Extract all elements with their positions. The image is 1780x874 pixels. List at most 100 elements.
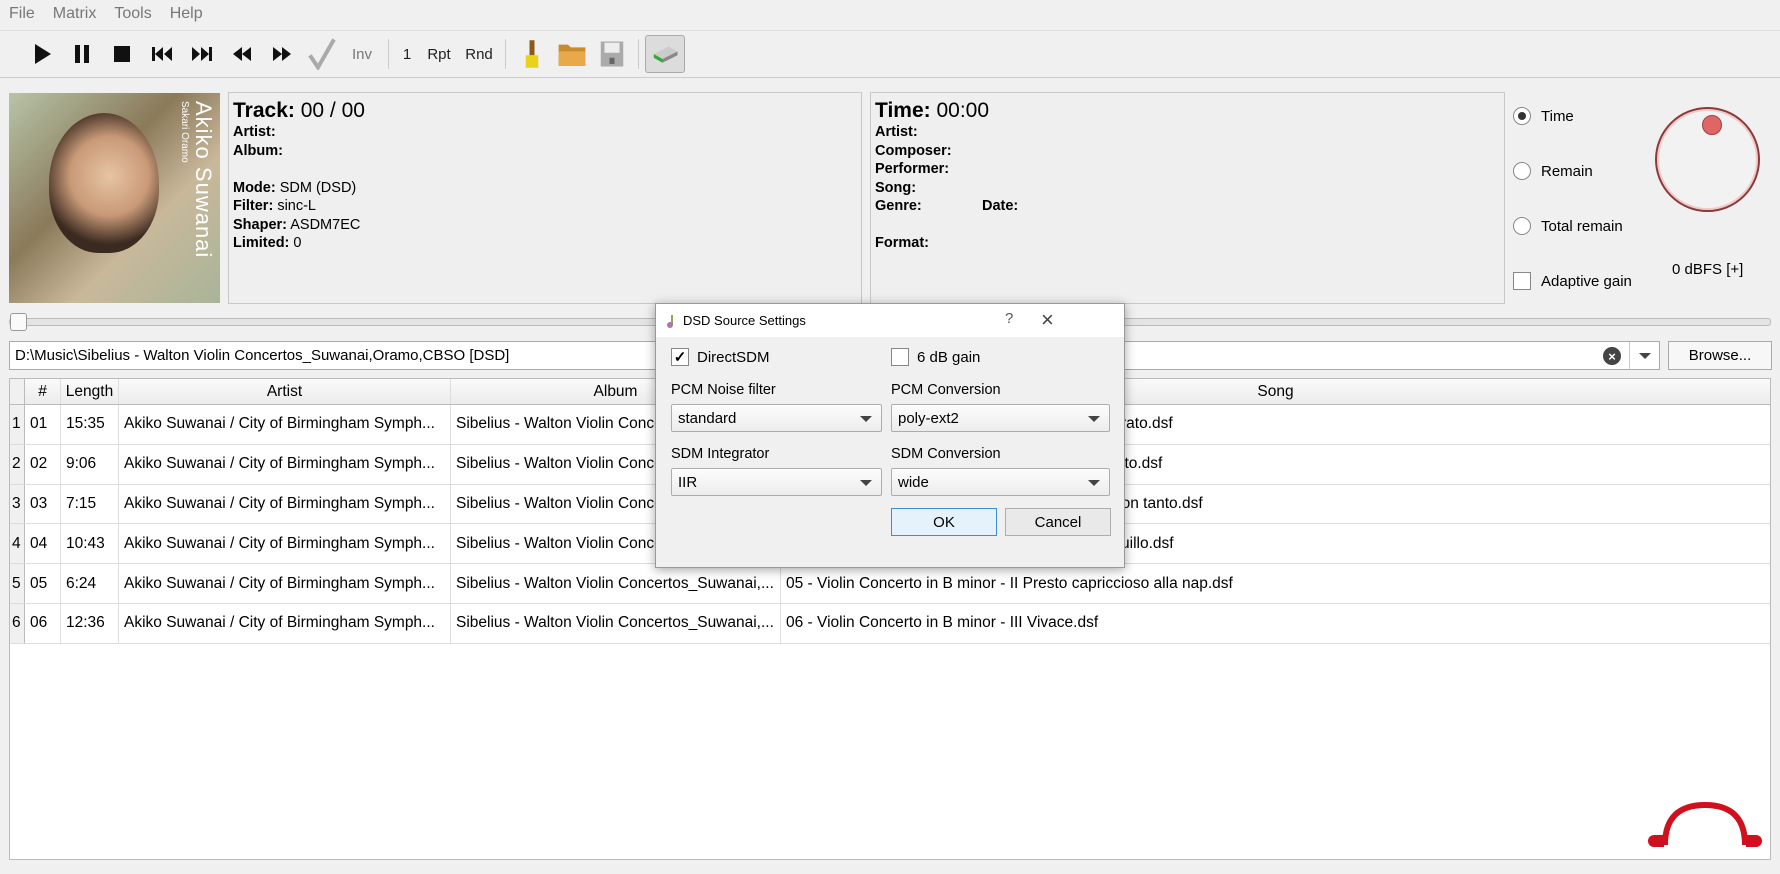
- select-value: standard: [678, 409, 737, 427]
- track-length: 10:43: [61, 524, 119, 564]
- stop-button[interactable]: [102, 35, 142, 73]
- menu-bar: File Matrix Tools Help: [0, 0, 1780, 28]
- date-label: Date:: [982, 198, 1019, 214]
- row-header[interactable]: 5: [10, 564, 25, 603]
- menu-tools[interactable]: Tools: [114, 5, 151, 23]
- performer-label: Performer:: [875, 161, 950, 177]
- select-value: poly-ext2: [898, 409, 959, 427]
- radio-time[interactable]: Time: [1513, 107, 1574, 125]
- random-button[interactable]: Rnd: [459, 35, 499, 73]
- header-number[interactable]: #: [25, 379, 61, 404]
- filter-value: sinc-L: [277, 198, 316, 214]
- row-header[interactable]: 2: [10, 444, 25, 484]
- fast-forward-icon: [273, 47, 291, 61]
- chevron-down-icon: [1088, 416, 1100, 422]
- song-label: Song:: [875, 179, 917, 196]
- single-button[interactable]: 1: [395, 35, 419, 73]
- pcm-conversion-select[interactable]: poly-ext2: [891, 404, 1110, 432]
- dialog-title: DSD Source Settings: [683, 313, 806, 328]
- header-length[interactable]: Length: [61, 379, 119, 404]
- row-header[interactable]: 6: [10, 603, 25, 643]
- menu-help[interactable]: Help: [170, 5, 203, 23]
- skip-back-icon: [152, 47, 172, 61]
- dialog-titlebar: DSD Source Settings ? ×: [656, 304, 1124, 337]
- clear-button[interactable]: [512, 35, 552, 73]
- mode-value: SDM (DSD): [279, 179, 357, 196]
- next-track-button[interactable]: [182, 35, 222, 73]
- sdm-integrator-select[interactable]: IIR: [671, 468, 882, 496]
- gain-readout[interactable]: 0 dBFS [+]: [1672, 261, 1743, 278]
- clear-icon[interactable]: ×: [1603, 347, 1621, 365]
- track-artist: Akiko Suwanai / City of Birmingham Symph…: [119, 603, 451, 643]
- time-value: 00:00: [936, 99, 990, 122]
- cancel-button[interactable]: Cancel: [1005, 508, 1111, 536]
- floppy-disk-icon: [600, 41, 624, 67]
- rewind-icon: [233, 47, 251, 61]
- track-artist: Akiko Suwanai / City of Birmingham Symph…: [119, 564, 451, 603]
- fast-forward-button[interactable]: [262, 35, 302, 73]
- sdm-conversion-select[interactable]: wide: [891, 468, 1110, 496]
- radio-label: Total remain: [1541, 217, 1623, 235]
- direct-sdm-checkbox[interactable]: ✓ DirectSDM: [671, 348, 770, 366]
- track-number: 06: [25, 603, 61, 643]
- help-button[interactable]: ?: [1005, 310, 1013, 327]
- limited-label: Limited:: [233, 235, 290, 251]
- 6db-gain-checkbox[interactable]: 6 dB gain: [891, 348, 980, 366]
- table-row[interactable]: 5 05 6:24 Akiko Suwanai / City of Birmin…: [10, 564, 1770, 604]
- checkmark-icon: [308, 38, 336, 70]
- composer-label: Composer:: [875, 142, 952, 159]
- volume-knob[interactable]: [1655, 107, 1760, 212]
- open-folder-button[interactable]: [552, 35, 592, 73]
- track-length: 12:36: [61, 603, 119, 643]
- row-header[interactable]: 4: [10, 524, 25, 564]
- menu-file[interactable]: File: [9, 5, 35, 23]
- row-header[interactable]: 1: [10, 405, 25, 444]
- sdm-conversion-label: SDM Conversion: [891, 446, 1001, 462]
- skip-forward-icon: [192, 47, 212, 61]
- check-button[interactable]: [302, 35, 342, 73]
- header-artist[interactable]: Artist: [119, 379, 451, 404]
- album-art: Akiko Suwanai Sakari Oramo: [9, 93, 220, 303]
- save-button[interactable]: [592, 35, 632, 73]
- checkbox-checked-icon: ✓: [671, 348, 689, 366]
- close-icon[interactable]: ×: [1041, 307, 1054, 333]
- filter-label: Filter:: [233, 198, 274, 214]
- time-label: Time:: [875, 99, 931, 122]
- track-artist: Akiko Suwanai / City of Birmingham Symph…: [119, 444, 451, 484]
- pcm-noise-filter-label: PCM Noise filter: [671, 382, 776, 398]
- select-value: wide: [898, 473, 929, 491]
- portrait: [49, 113, 159, 253]
- invert-button[interactable]: Inv: [342, 35, 382, 73]
- pause-button[interactable]: [62, 35, 102, 73]
- table-row[interactable]: 6 06 12:36 Akiko Suwanai / City of Birmi…: [10, 603, 1770, 644]
- track-label: Track:: [233, 99, 295, 122]
- rewind-button[interactable]: [222, 35, 262, 73]
- adaptive-gain-checkbox[interactable]: Adaptive gain: [1513, 272, 1632, 290]
- row-header[interactable]: 3: [10, 484, 25, 524]
- track-number: 01: [25, 405, 61, 444]
- track-number: 03: [25, 484, 61, 524]
- repeat-button[interactable]: Rpt: [419, 35, 459, 73]
- radio-total-remain[interactable]: Total remain: [1513, 217, 1623, 235]
- shaper-value: ASDM7EC: [290, 216, 361, 233]
- seek-handle[interactable]: [10, 313, 27, 331]
- dropdown-arrow-icon[interactable]: [1629, 342, 1659, 369]
- toolbar-separator: [388, 39, 389, 69]
- track-length: 15:35: [61, 405, 119, 444]
- previous-track-button[interactable]: [142, 35, 182, 73]
- track-number: 02: [25, 444, 61, 484]
- album-label: Album:: [233, 142, 283, 159]
- genre-label: Genre:: [875, 198, 922, 214]
- browse-button[interactable]: Browse...: [1668, 341, 1772, 370]
- checkbox-label: 6 dB gain: [917, 348, 981, 366]
- radio-indicator: [1513, 107, 1531, 125]
- play-button[interactable]: [22, 35, 62, 73]
- watermark-logo: [1640, 800, 1770, 874]
- toolbar-separator: [638, 39, 639, 69]
- ok-button[interactable]: OK: [891, 508, 997, 536]
- radio-remain[interactable]: Remain: [1513, 162, 1593, 180]
- menu-matrix[interactable]: Matrix: [53, 5, 97, 23]
- stop-icon: [114, 46, 130, 62]
- dsd-settings-button[interactable]: [645, 35, 685, 73]
- pcm-noise-filter-select[interactable]: standard: [671, 404, 882, 432]
